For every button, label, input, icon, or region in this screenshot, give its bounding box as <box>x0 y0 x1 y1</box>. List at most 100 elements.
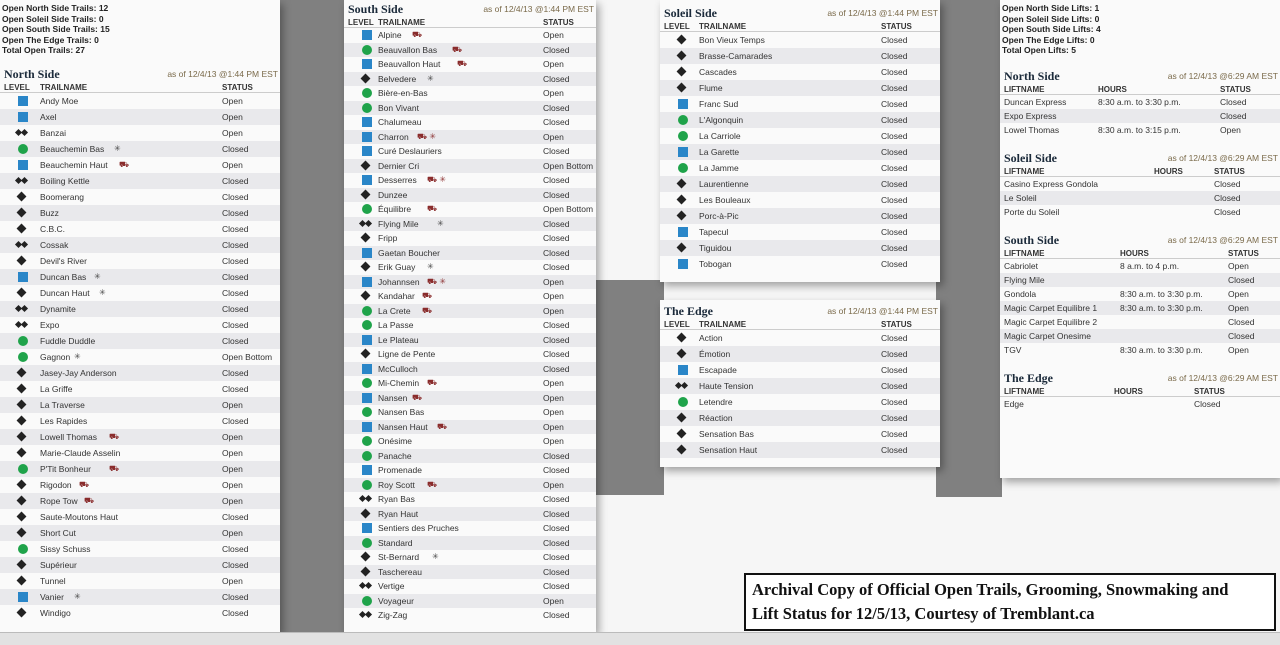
south-side-trails: South Side as of 12/4/13 @1:44 PM EST LEVE… <box>344 0 596 623</box>
double-diamond-icon <box>676 381 688 391</box>
black-diamond-icon <box>16 431 27 441</box>
summary-line: Open North Side Trails: 12 <box>2 3 109 13</box>
blue-square-icon <box>362 334 372 345</box>
trail-row: Laurentienne Closed <box>660 176 940 192</box>
trail-status: Closed <box>543 146 570 156</box>
lift-name: Magic Carpet Equilibre 1 <box>1004 302 1098 313</box>
trail-row: Ligne de Pente Closed <box>344 347 596 362</box>
trail-row: Nansen ⛟ Open <box>344 390 596 405</box>
trail-status: Open <box>222 447 243 458</box>
trail-status: Closed <box>222 303 249 314</box>
black-diamond-icon <box>16 559 27 569</box>
trail-name: Réaction <box>699 413 733 423</box>
trail-row: Réaction Closed <box>660 410 940 426</box>
trail-row: Belvedere ✳ Closed <box>344 71 596 86</box>
blue-square-icon <box>362 117 372 127</box>
trail-name: Flume <box>699 83 723 93</box>
trail-status: Closed <box>222 559 249 570</box>
trail-name: La Carriole <box>699 131 741 141</box>
black-diamond-icon <box>16 287 27 297</box>
trail-status: Closed <box>543 552 570 562</box>
trail-row: Émotion Closed <box>660 346 940 362</box>
col-status: STATUS <box>222 82 253 92</box>
lift-status: Open <box>1228 260 1249 271</box>
column-headers: LIFTNAME HOURS STATUS <box>1000 247 1280 259</box>
lift-hours: 8:30 a.m. to 3:30 p.m. <box>1120 288 1203 299</box>
black-diamond-icon <box>676 242 687 253</box>
col-name: LIFTNAME <box>1004 248 1045 258</box>
trail-row: Brasse-Camarades Closed <box>660 48 940 64</box>
as-of-timestamp: as of 12/4/13 @6:29 AM EST <box>1167 70 1278 81</box>
trail-row: Sissy Schuss Closed <box>0 541 280 557</box>
green-circle-icon <box>362 378 372 388</box>
section-title: South Side <box>1004 232 1060 247</box>
section-title: South Side <box>348 2 404 16</box>
double-diamond-icon <box>360 219 372 229</box>
trail-row: Buzz Closed <box>0 204 280 221</box>
trail-name: Nansen Bas <box>378 407 425 417</box>
double-diamond-icon <box>16 240 28 250</box>
column-headers: LIFTNAME HOURS STATUS <box>1000 83 1280 95</box>
trail-name: Erik Guay <box>378 262 416 272</box>
blue-square-icon <box>678 227 688 237</box>
trail-status: Closed <box>222 367 249 378</box>
trail-row: La Crete ⛟ Open <box>344 303 596 318</box>
grooming-snowmaking-icon: ⛟ <box>452 44 463 54</box>
trail-row: Flume Closed <box>660 80 940 96</box>
trail-row: Duncan Haut ✳ Closed <box>0 285 280 301</box>
trail-status: Closed <box>222 511 249 522</box>
grooming-snowmaking-icon: ⛟ <box>422 291 433 300</box>
col-hours: HOURS <box>1114 386 1143 396</box>
blue-square-icon <box>362 146 372 156</box>
lift-row: Expo Express Closed <box>1000 108 1280 123</box>
trail-status: Closed <box>881 51 908 61</box>
trail-row: Alpine ⛟ Open <box>344 28 596 43</box>
as-of-timestamp: as of 12/4/13 @1:44 PM EST <box>167 68 278 79</box>
green-circle-icon <box>362 320 372 330</box>
trail-status: Closed <box>543 537 570 548</box>
trail-row: Andy Moe Open <box>0 93 280 109</box>
black-diamond-icon <box>360 232 371 243</box>
grooming-snowmaking-icon: ⛟ ✳ <box>427 276 446 286</box>
trail-name: Axel <box>40 111 57 122</box>
column-headers: LIFTNAME HOURS STATUS <box>1000 385 1280 397</box>
trail-row: Letendre Closed <box>660 394 940 410</box>
trail-name: Bon Vivant <box>378 102 419 113</box>
lift-status: Open <box>1228 344 1249 355</box>
trail-name: St-Bernard <box>378 552 420 562</box>
black-diamond-icon <box>16 367 27 377</box>
trail-name: Curé Deslauriers <box>378 146 442 156</box>
trail-name: Windigo <box>40 607 71 618</box>
grooming-snowmaking-icon: ✳ <box>94 271 101 281</box>
trail-name: Fripp <box>378 233 398 243</box>
lift-row: Porte du Soleil Closed <box>1000 205 1280 219</box>
lift-name: Le Soleil <box>1004 192 1037 203</box>
trail-status: Closed <box>881 163 908 173</box>
black-diamond-icon <box>676 34 687 45</box>
green-circle-icon <box>18 463 28 474</box>
trail-status: Open Bottom <box>543 160 594 171</box>
trail-name: McCulloch <box>378 363 418 374</box>
lift-status: Closed <box>1220 110 1247 121</box>
section-header: The Edge as of 12/4/13 @6:29 AM EST <box>1000 369 1280 385</box>
trail-row: McCulloch Closed <box>344 361 596 376</box>
trail-row: Vertige Closed <box>344 579 596 594</box>
blue-square-icon <box>678 365 688 375</box>
trail-row: Fuddle Duddle Closed <box>0 332 280 349</box>
lift-status: Closed <box>1214 206 1241 217</box>
trail-row: Desserres ⛟ ✳ Closed <box>344 173 596 188</box>
black-diamond-icon <box>676 194 687 205</box>
lift-row: Flying Mile Closed <box>1000 272 1280 287</box>
trail-status: Closed <box>881 259 908 269</box>
black-diamond-icon <box>16 607 27 617</box>
trail-row: P'Tit Bonheur ⛟ Open <box>0 460 280 477</box>
double-diamond-icon <box>360 494 372 504</box>
trail-name: Tiguidou <box>699 243 732 253</box>
blue-square-icon <box>362 465 372 475</box>
trail-name: Duncan Haut <box>40 287 90 298</box>
trail-row: Zig-Zag Closed <box>344 608 596 623</box>
trail-status: Open <box>222 111 243 122</box>
trail-row: Promenade Closed <box>344 463 596 478</box>
trail-status: Closed <box>222 543 249 554</box>
green-circle-icon <box>362 537 372 548</box>
